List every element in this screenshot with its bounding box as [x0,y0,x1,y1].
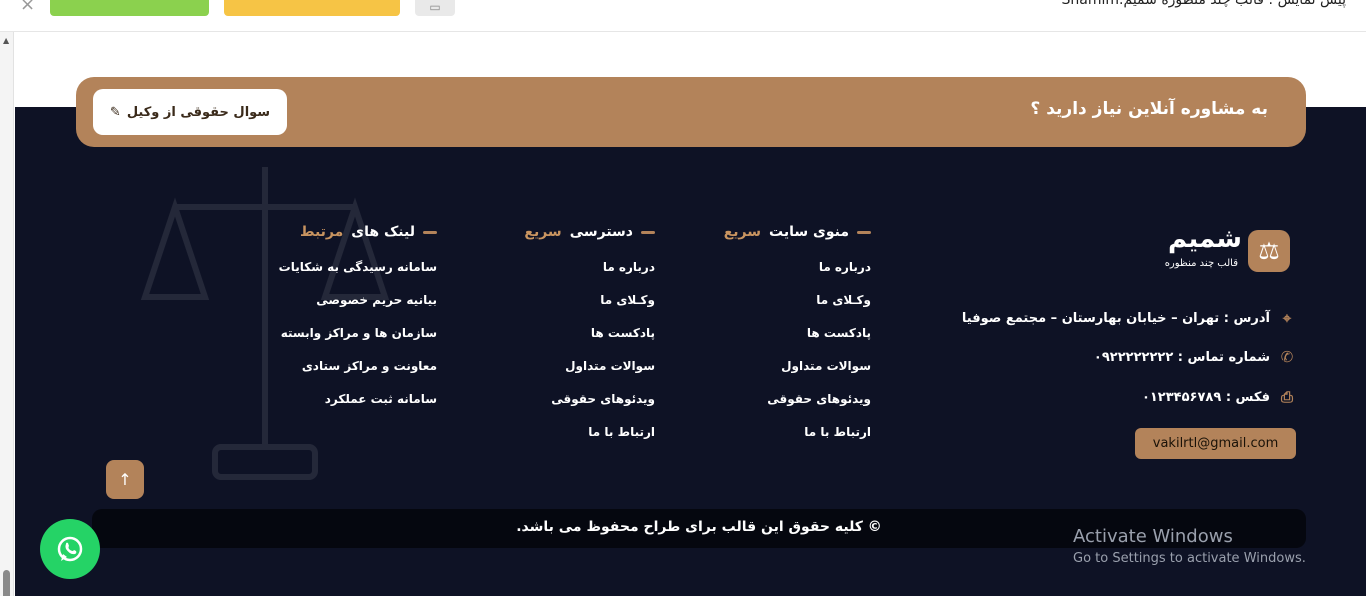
activation-title: Activate Windows [1073,526,1233,547]
footer-column-site-menu: منوی سایت سریع درباره ما وکـلای ما پادکس… [724,222,871,454]
footer-link[interactable]: ارتباط با ما [724,421,871,454]
consultation-banner: به مشاوره آنلاین نیاز دارید ؟ سوال حقوقی… [76,77,1306,147]
footer-link[interactable]: پادکست ها [724,322,871,355]
back-to-top-button[interactable]: ↑ [106,460,144,499]
preview-title: پیش نمایش : قالب چند منظوره شمیم.Shamim [1061,0,1346,8]
ask-lawyer-label: سوال حقوقی از وکیل [126,104,271,120]
footer-link[interactable]: وکـلای ما [724,289,871,322]
footer-link[interactable]: سازمان ها و مراکز وابسته [279,322,437,355]
brand-name: شمیم [1167,224,1242,254]
phone-icon: ✆ [1280,348,1294,366]
page-scrollbar[interactable]: ▲ [0,32,14,596]
footer-column-related-links: لینک های مرتبط سامانه رسیدگی به شکایات ب… [279,222,437,421]
footer-link[interactable]: درباره ما [724,256,871,289]
footer-link[interactable]: سوالات متداول [724,355,871,388]
footer-link[interactable]: معاونت و مراکز ستادی [279,355,437,388]
footer-link[interactable]: وکـلای ما [524,289,655,322]
title-dash [423,230,437,234]
green-action-button[interactable] [50,0,209,16]
scrollbar-thumb[interactable] [3,570,10,596]
scroll-up-icon[interactable]: ▲ [3,36,9,45]
column-title-accent: مرتبط [299,224,344,240]
phone-text: شماره تماس : ۰۹۲۲۲۲۲۲۲۲ [1093,349,1270,365]
footer-link[interactable]: سامانه رسیدگی به شکایات [279,256,437,289]
scales-icon: ⚖ [1248,230,1290,272]
printer-icon: ⎙ [1280,388,1293,406]
device-toggle-button[interactable]: ▭ [415,0,455,16]
arrow-up-icon: ↑ [118,470,132,489]
footer-link[interactable]: پادکست ها [524,322,655,355]
contact-phone[interactable]: ✆ شماره تماس : ۰۹۲۲۲۲۲۲۲۲ [1094,346,1296,368]
footer-link[interactable]: بیانیه حریم خصوصی [279,289,437,322]
title-dash [641,230,655,234]
windows-activation-watermark: Activate Windows Go to Settings to activ… [1073,526,1306,566]
fax-text: فکس : ۰۱۲۳۴۵۶۷۸۹ [1141,389,1270,405]
location-pin-icon: ⌖ [1282,309,1292,327]
brand-subtitle: قالب چند منظوره [1164,258,1238,269]
column-title: منوی سایت سریع [724,222,871,242]
footer-brand[interactable]: ⚖ شمیم قالب چند منظوره [1145,224,1290,276]
ask-lawyer-button[interactable]: سوال حقوقی از وکیل ✎ [93,89,287,135]
column-title: دسترسی سریع [524,222,655,242]
column-title-accent: سریع [524,224,562,240]
footer-link[interactable]: سوالات متداول [524,355,655,388]
whatsapp-button[interactable] [40,519,100,579]
preview-topbar: × ▭ پیش نمایش : قالب چند منظوره شمیم.Sha… [0,0,1366,32]
footer-link[interactable]: ارتباط با ما [524,421,655,454]
pencil-icon: ✎ [109,104,121,120]
footer-link[interactable]: ویدئوهای حقوقی [524,388,655,421]
monitor-icon: ▭ [429,0,441,14]
footer-link[interactable]: ویدئوهای حقوقی [724,388,871,421]
column-title-accent: سریع [723,224,762,240]
column-title-text: منوی سایت [769,224,849,240]
activation-subtitle: Go to Settings to activate Windows. [1073,551,1306,566]
contact-fax: ⎙ فکس : ۰۱۲۳۴۵۶۷۸۹ [1142,386,1296,408]
footer-link[interactable]: درباره ما [524,256,655,289]
email-button[interactable]: vakilrtl@gmail.com [1135,428,1296,459]
column-title: لینک های مرتبط [279,222,437,242]
title-dash [857,230,871,234]
footer-link[interactable]: سامانه ثبت عملکرد [279,388,437,421]
close-icon[interactable]: × [20,0,35,15]
whatsapp-icon [57,536,83,562]
consultation-title: به مشاوره آنلاین نیاز دارید ؟ [1030,99,1268,119]
column-title-text: لینک های [351,224,415,240]
footer-column-quick-access: دسترسی سریع درباره ما وکـلای ما پادکست ه… [524,222,655,454]
address-text: آدرس : تهران – خیابان بهارستان – مجتمع ص… [961,310,1270,326]
yellow-action-button[interactable] [224,0,400,16]
column-title-text: دسترسی [569,224,633,240]
contact-address: ⌖ آدرس : تهران – خیابان بهارستان – مجتمع… [962,307,1296,329]
